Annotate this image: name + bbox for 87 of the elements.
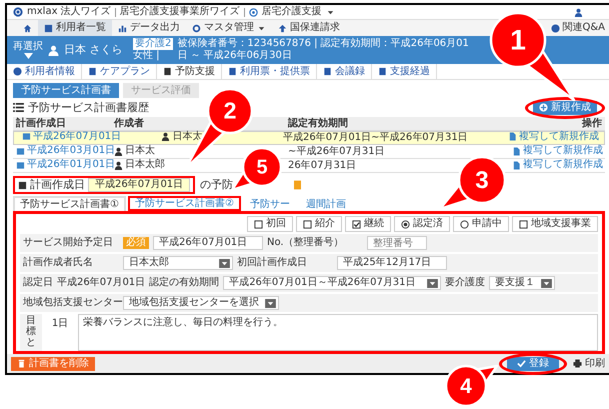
period-cell: 平成26年07月01日~平成26年07月31日 <box>282 132 468 143</box>
section-tab[interactable]: 会議録 <box>317 64 372 79</box>
logo-icon <box>13 7 23 17</box>
insurance-info: 被保険者番号：1234567876 | 認定有効期間：平成26年06月01日 ～ 平成26年06月30日 <box>177 38 470 62</box>
breadcrumb-item[interactable]: 居宅介護支援 <box>262 6 322 18</box>
down-triangle-icon <box>22 53 34 59</box>
dropdown-field[interactable]: 日本太郎 <box>123 256 233 270</box>
required-badge: 必須 <box>123 237 149 249</box>
checkbox-option[interactable]: 初回 <box>247 216 293 232</box>
person-icon[interactable] <box>574 8 583 16</box>
caret-icon <box>427 278 438 288</box>
nav-tab[interactable]: 国保連請求 <box>272 20 346 36</box>
nav-tab[interactable]: マスタ管理 <box>186 20 272 36</box>
period-label: 1日 <box>50 317 70 331</box>
breadcrumb-item[interactable]: mxlax 法人ワイズ <box>27 6 111 18</box>
person-icon <box>114 160 123 170</box>
person-icon <box>114 146 123 156</box>
user-name: 日本 さくら <box>64 44 124 56</box>
date-link[interactable]: 平成26年03月01日 <box>16 145 116 157</box>
field-label: 計画作成日 <box>30 179 85 191</box>
trash-icon <box>17 359 26 368</box>
gender-text: 女性 | <box>133 50 161 62</box>
author-cell: 日本太郎 <box>114 159 165 171</box>
author-cell: 日本太 <box>114 145 155 157</box>
caret-icon <box>265 298 276 308</box>
field-label: 認定日 <box>23 277 53 289</box>
home-icon <box>23 24 32 32</box>
reselect-button[interactable]: 再選択 <box>13 41 43 59</box>
dropdown-field[interactable]: 地域包括支援センターを選択 <box>123 296 279 310</box>
checkbox-option[interactable]: 継続 <box>345 216 391 232</box>
dropdown-field[interactable]: 平成26年07月01日～平成26年07月31日 <box>223 276 442 290</box>
radio-option[interactable]: 申請中 <box>453 216 509 232</box>
check-icon <box>517 359 526 368</box>
plan-tab[interactable]: 予防サービス計画書② <box>128 196 241 211</box>
help-link[interactable]: 関連Q&A <box>551 20 609 36</box>
date-field[interactable]: 平成25年12月17日 <box>337 256 447 270</box>
nav-tab[interactable]: データ出力 <box>112 20 186 36</box>
target-icon <box>248 8 258 16</box>
caret-icon <box>541 278 552 288</box>
new-button[interactable]: 新規作成 <box>533 100 597 114</box>
date-link[interactable]: 平成26年01月01日 <box>16 159 116 171</box>
column-header: 操作 <box>580 118 603 130</box>
dropdown-field[interactable]: 要支援１ <box>489 276 556 290</box>
field-label: サービス開始予定日 <box>23 237 114 249</box>
copy-link[interactable]: 複写して新規作成 <box>508 130 599 143</box>
plan-tab[interactable]: 予防サー <box>242 196 297 211</box>
register-button[interactable]: 登録 <box>507 356 559 370</box>
radio-option[interactable]: 認定済 <box>394 216 450 232</box>
nav-tab[interactable]: 利用者一覧 <box>38 20 112 36</box>
person-icon <box>48 44 59 56</box>
section-title: 予防サービス計画書履歴 <box>28 102 149 114</box>
section-tab[interactable]: 支援経過 <box>372 64 437 79</box>
date-field[interactable]: 平成26年07月01日 <box>153 236 263 250</box>
field-label: 認定の有効期間 <box>149 277 220 289</box>
section-tab[interactable]: 利用者情報 <box>7 64 82 79</box>
field-label: No.（整理番号） <box>267 237 345 249</box>
period-cell: ~平成26年07月31日 <box>288 146 385 158</box>
plan-tab[interactable]: 週間計画 <box>298 196 353 211</box>
date-link[interactable]: 平成26年07月01日 <box>22 130 122 143</box>
column-header: 計画作成日 <box>15 118 67 130</box>
checkbox-option[interactable]: 地域支援事業 <box>512 216 598 232</box>
input-field[interactable]: 整理番号 <box>367 236 427 250</box>
column-header: 認定有効期間 <box>286 118 349 130</box>
copy-link[interactable]: 複写して新規作成 <box>512 145 603 157</box>
care-level-badge: 要介護2 <box>133 38 174 50</box>
person-icon <box>161 132 170 142</box>
plan-tab[interactable]: 予防サービス計画書① <box>13 196 126 211</box>
breadcrumb-item[interactable]: 居宅介護支援事業所ワイズ <box>120 6 240 18</box>
bar-chart-icon <box>118 24 127 32</box>
field-label: 計画作成者氏名 <box>23 257 94 269</box>
field-label: 要介護度 <box>445 277 486 289</box>
text-area[interactable]: 栄養バランスに注意し、毎日の料理を行う。 <box>78 314 598 351</box>
print-button[interactable]: 印刷 <box>573 358 609 370</box>
period-cell: 26年07月31日 <box>288 160 356 172</box>
column-header: 作成者 <box>112 118 145 130</box>
date-field[interactable]: 平成26年07月01日 <box>88 178 190 192</box>
plan-title: の予防 <box>200 179 234 191</box>
section-tab[interactable]: 利用票・提供票 <box>222 64 317 79</box>
checkbox-option[interactable]: 紹介 <box>296 216 342 232</box>
caret-icon <box>219 258 230 268</box>
printer-icon <box>573 359 582 368</box>
document-tab[interactable]: 予防サービス計画書 <box>13 83 119 98</box>
certification-date: 平成26年07月01日 <box>57 277 146 289</box>
plus-icon <box>539 103 548 112</box>
row-header: 目標と <box>20 314 42 351</box>
field-label: 初回計画作成日 <box>237 257 308 269</box>
copy-link[interactable]: 複写して新規作成 <box>512 159 603 171</box>
